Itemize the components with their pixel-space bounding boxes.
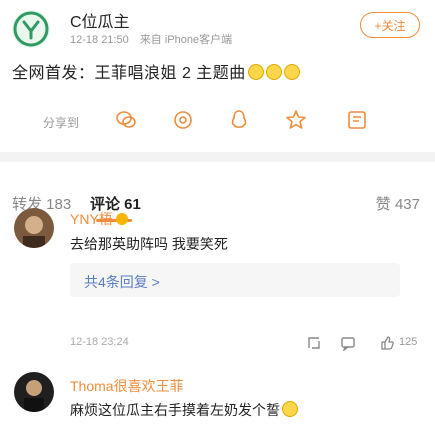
poster-username[interactable]: C位瓜主	[70, 8, 130, 32]
comment-author[interactable]: YNY梧	[70, 209, 128, 229]
share-label: 分享到	[43, 116, 80, 130]
post-meta: 12-18 21:50 来自 iPhone客户端	[70, 31, 232, 47]
comment-time: 12-18 23:24	[70, 336, 129, 348]
follow-button[interactable]: +关注	[360, 12, 420, 38]
post-time: 12-18 21:50	[70, 34, 129, 46]
emoji-icon	[265, 64, 282, 80]
comment-author[interactable]: Thoma很喜欢王菲	[70, 376, 184, 396]
comment-author-name: YNY梧	[70, 211, 113, 227]
commenter-avatar[interactable]	[14, 372, 54, 412]
section-divider	[0, 152, 435, 162]
comment-icon[interactable]	[340, 335, 356, 351]
commenter-avatar[interactable]	[14, 208, 54, 248]
post-source: 来自 iPhone客户端	[139, 34, 233, 46]
comment-text-content: 麻烦这位瓜主右手摸着左奶发个誓	[70, 402, 280, 418]
emoji-icon	[282, 401, 298, 417]
post-text: 全网首发：王菲唱浪姐 2 主题曲	[12, 59, 300, 83]
poster-logo-icon	[13, 11, 49, 47]
moments-icon[interactable]	[170, 107, 196, 133]
comment-text: 麻烦这位瓜主右手摸着左奶发个誓	[70, 400, 298, 420]
like-icon[interactable]	[379, 335, 395, 351]
wechat-icon[interactable]	[113, 107, 139, 133]
weibo-icon[interactable]	[344, 107, 370, 133]
star-icon[interactable]	[283, 107, 309, 133]
post-text-content: 全网首发：王菲唱浪姐 2 主题曲	[12, 65, 246, 82]
tab-likes[interactable]: 赞 437	[376, 193, 420, 214]
badge-icon	[115, 213, 128, 225]
qq-icon[interactable]	[226, 107, 252, 133]
view-replies-link[interactable]: 共4条回复 >	[84, 272, 160, 292]
comment-text: 去给那英助阵吗 我要笑死	[70, 236, 228, 252]
emoji-icon	[283, 64, 300, 80]
comment-like-count: 125	[399, 336, 418, 348]
poster-avatar[interactable]	[12, 10, 50, 48]
repost-icon[interactable]	[306, 335, 322, 351]
emoji-icon	[247, 64, 264, 80]
